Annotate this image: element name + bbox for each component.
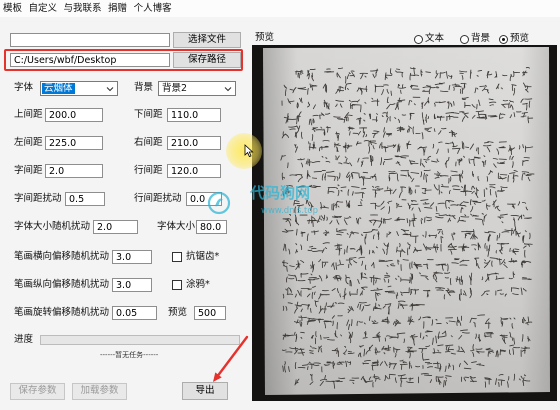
progress-bar <box>40 335 240 345</box>
char-spacing-input[interactable] <box>45 164 103 178</box>
menu-item-custom[interactable]: 自定义 <box>29 0 58 17</box>
char-spacing-jitter-label: 字间距扰动 <box>14 193 62 204</box>
task-status: ------暂无任务------ <box>100 351 159 359</box>
mode-preview-radio[interactable] <box>499 35 508 44</box>
font-size-jitter-label: 字体大小随机扰动 <box>14 221 91 232</box>
stroke-x-jitter-input[interactable] <box>112 250 152 264</box>
menu-item-template[interactable]: 模板 <box>3 0 22 17</box>
font-size-label: 字体大小 <box>157 221 196 232</box>
antialias-label: 抗锯齿* <box>186 251 220 262</box>
mode-text-radio[interactable] <box>414 35 423 44</box>
doodle-label: 涂鸦* <box>186 279 210 290</box>
top-margin-input[interactable] <box>45 108 103 122</box>
menu-item-contact[interactable]: 与我联系 <box>64 0 102 17</box>
top-margin-label: 上间距 <box>14 109 43 120</box>
line-spacing-jitter-input[interactable] <box>186 192 222 206</box>
bottom-margin-input[interactable] <box>167 108 221 122</box>
line-spacing-label: 行间距 <box>134 165 163 176</box>
preview-size-label: 预览 <box>168 307 188 318</box>
menu-item-blog[interactable]: 个人博客 <box>134 0 172 17</box>
stroke-rotation-jitter-input[interactable] <box>112 306 157 320</box>
left-margin-input[interactable] <box>45 136 103 150</box>
font-select-value: 云烟体 <box>42 83 75 94</box>
left-margin-label: 左间距 <box>14 137 43 148</box>
line-spacing-jitter-label: 行间距扰动 <box>134 193 182 204</box>
preview-image <box>252 45 557 401</box>
font-size-jitter-input[interactable] <box>93 220 138 234</box>
char-spacing-label: 字间距 <box>14 165 43 176</box>
doodle-checkbox[interactable] <box>172 280 182 290</box>
mode-preview-label[interactable]: 预览 <box>510 32 529 46</box>
stroke-y-jitter-label: 笔画纵向偏移随机扰动 <box>14 279 110 290</box>
antialias-checkbox[interactable] <box>172 252 182 262</box>
stroke-y-jitter-input[interactable] <box>112 278 152 292</box>
load-params-button[interactable]: 加载参数 <box>72 383 127 400</box>
bottom-margin-label: 下间距 <box>134 109 163 120</box>
preview-size-input[interactable] <box>194 306 226 320</box>
stroke-x-jitter-label: 笔画横向偏移随机扰动 <box>14 251 110 262</box>
annotation-arrow-head <box>213 372 222 382</box>
progress-label: 进度 <box>14 334 34 345</box>
save-path-button[interactable]: 保存路径 <box>173 52 241 68</box>
background-select-value: 背景2 <box>162 83 188 94</box>
mode-background-label[interactable]: 背景 <box>471 32 490 46</box>
file-path-input[interactable] <box>10 33 170 47</box>
right-margin-input[interactable] <box>167 136 221 150</box>
font-label: 字体 <box>14 82 34 93</box>
chevron-down-icon <box>224 87 232 92</box>
preview-title: 预览 <box>255 32 275 43</box>
save-params-button[interactable]: 保存参数 <box>10 383 65 400</box>
font-size-input[interactable] <box>196 220 227 234</box>
app-window: 模板 自定义 与我联系 捐赠 个人博客 选择文件 保存路径 字体 云烟体 背景 … <box>0 0 560 410</box>
paper-shading <box>263 47 550 395</box>
menu-bar: 模板 自定义 与我联系 捐赠 个人博客 <box>0 0 560 17</box>
stroke-rotation-jitter-label: 笔画旋转偏移随机扰动 <box>14 307 110 318</box>
handwriting-page <box>263 47 550 395</box>
line-spacing-input[interactable] <box>167 164 221 178</box>
save-path-input[interactable] <box>10 53 170 67</box>
choose-file-button[interactable]: 选择文件 <box>173 32 241 48</box>
chevron-down-icon <box>106 87 114 92</box>
right-margin-label: 右间距 <box>134 137 163 148</box>
font-select[interactable]: 云烟体 <box>40 81 118 96</box>
mode-text-label[interactable]: 文本 <box>425 32 444 46</box>
background-label: 背景 <box>134 82 154 93</box>
char-spacing-jitter-input[interactable] <box>65 192 105 206</box>
menu-item-donate[interactable]: 捐赠 <box>108 0 127 17</box>
mode-background-radio[interactable] <box>460 35 469 44</box>
background-select[interactable]: 背景2 <box>158 81 236 96</box>
export-button[interactable]: 导出 <box>182 382 228 400</box>
